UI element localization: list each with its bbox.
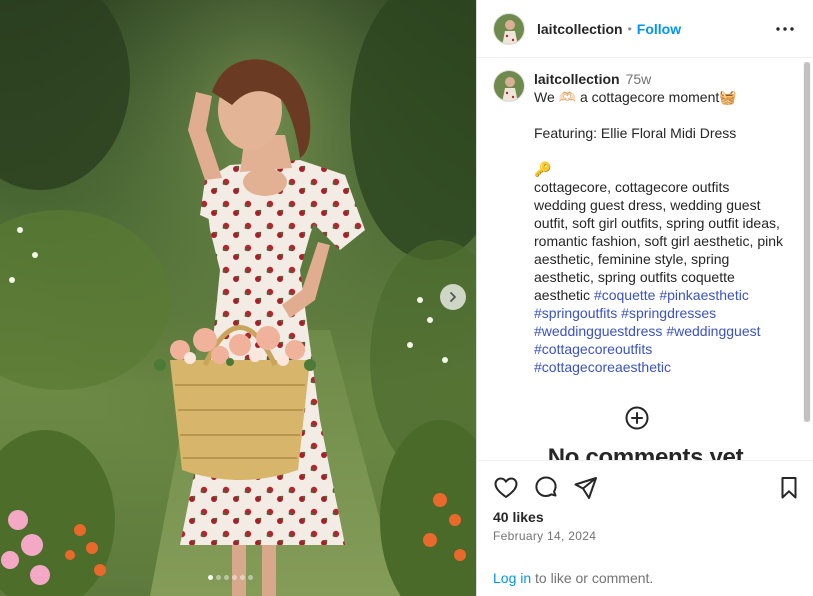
action-icons <box>493 475 798 501</box>
caption-keywords: cottagecore, cottagecore outfits wedding… <box>534 179 784 303</box>
comments-scrollbar[interactable] <box>803 62 811 422</box>
carousel-dot <box>208 575 213 580</box>
plus-circle-icon <box>625 406 649 430</box>
hashtag-link[interactable]: #weddingguest <box>666 323 760 339</box>
caption: laitcollection 75w We 🫶🏻 a cottagecore mo… <box>477 58 813 376</box>
carousel-dot <box>216 575 221 580</box>
hashtag-link[interactable]: #weddingguestdress <box>534 323 662 339</box>
post-header: laitcollection • Follow <box>477 0 813 58</box>
separator-dot: • <box>627 21 632 36</box>
avatar-image <box>494 13 524 44</box>
avatar[interactable] <box>493 12 525 45</box>
login-prompt: Log in to like or comment. <box>493 570 653 586</box>
carousel-dot <box>232 575 237 580</box>
hashtag-link[interactable]: #springdresses <box>621 305 716 321</box>
heart-icon[interactable] <box>493 475 519 501</box>
login-prompt-text: to like or comment. <box>531 570 654 586</box>
hashtag-link[interactable]: #springoutfits <box>534 305 617 321</box>
paper-plane-icon[interactable] <box>573 475 599 501</box>
next-slide-button[interactable] <box>440 284 466 310</box>
hashtag-link[interactable]: #cottagecoreoutfits <box>534 341 652 357</box>
carousel-dot <box>224 575 229 580</box>
avatar[interactable] <box>493 70 525 102</box>
follow-button[interactable]: Follow <box>637 21 681 37</box>
hashtag-link[interactable]: #cottagecoreaesthetic <box>534 359 671 375</box>
post-date[interactable]: February 14, 2024 <box>493 529 596 543</box>
caption-line: Featuring: Ellie Floral Midi Dress <box>534 125 737 141</box>
add-comment-button[interactable] <box>625 406 649 430</box>
no-comments-heading: No comments yet <box>547 444 744 460</box>
post-time[interactable]: 75w <box>626 71 652 87</box>
post-actions: 40 likes February 14, 2024 Log in to lik… <box>477 460 813 596</box>
caption-line: We 🫶🏻 a cottagecore moment🧺 <box>534 89 737 105</box>
caption-username[interactable]: laitcollection <box>534 71 620 87</box>
caption-tags-paragraph: cottagecore, cottagecore outfits wedding… <box>534 178 784 376</box>
caption-body: laitcollection 75w We 🫶🏻 a cottagecore mo… <box>534 70 784 376</box>
more-options-icon <box>776 27 794 31</box>
post-media[interactable] <box>0 0 476 596</box>
caption-line: 🔑 <box>534 161 552 177</box>
hashtag-link[interactable]: #coquette <box>594 287 656 303</box>
header-username[interactable]: laitcollection <box>537 21 623 37</box>
post-sidebar: laitcollection • Follow laitcollection 75… <box>476 0 813 596</box>
carousel-dot <box>248 575 253 580</box>
scrollbar-thumb[interactable] <box>804 62 810 422</box>
carousel-dot <box>240 575 245 580</box>
bookmark-icon[interactable] <box>776 475 802 501</box>
post-photo <box>0 0 476 596</box>
more-options-button[interactable] <box>775 19 795 39</box>
likes-count[interactable]: 40 likes <box>493 509 544 525</box>
carousel-indicator <box>208 575 253 580</box>
chevron-right-icon <box>450 292 456 302</box>
login-link[interactable]: Log in <box>493 570 531 586</box>
comments-section[interactable]: laitcollection 75w We 🫶🏻 a cottagecore mo… <box>477 58 813 460</box>
comment-bubble-icon[interactable] <box>533 475 559 501</box>
avatar-image <box>494 71 524 101</box>
hashtag-link[interactable]: #pinkaesthetic <box>659 287 749 303</box>
